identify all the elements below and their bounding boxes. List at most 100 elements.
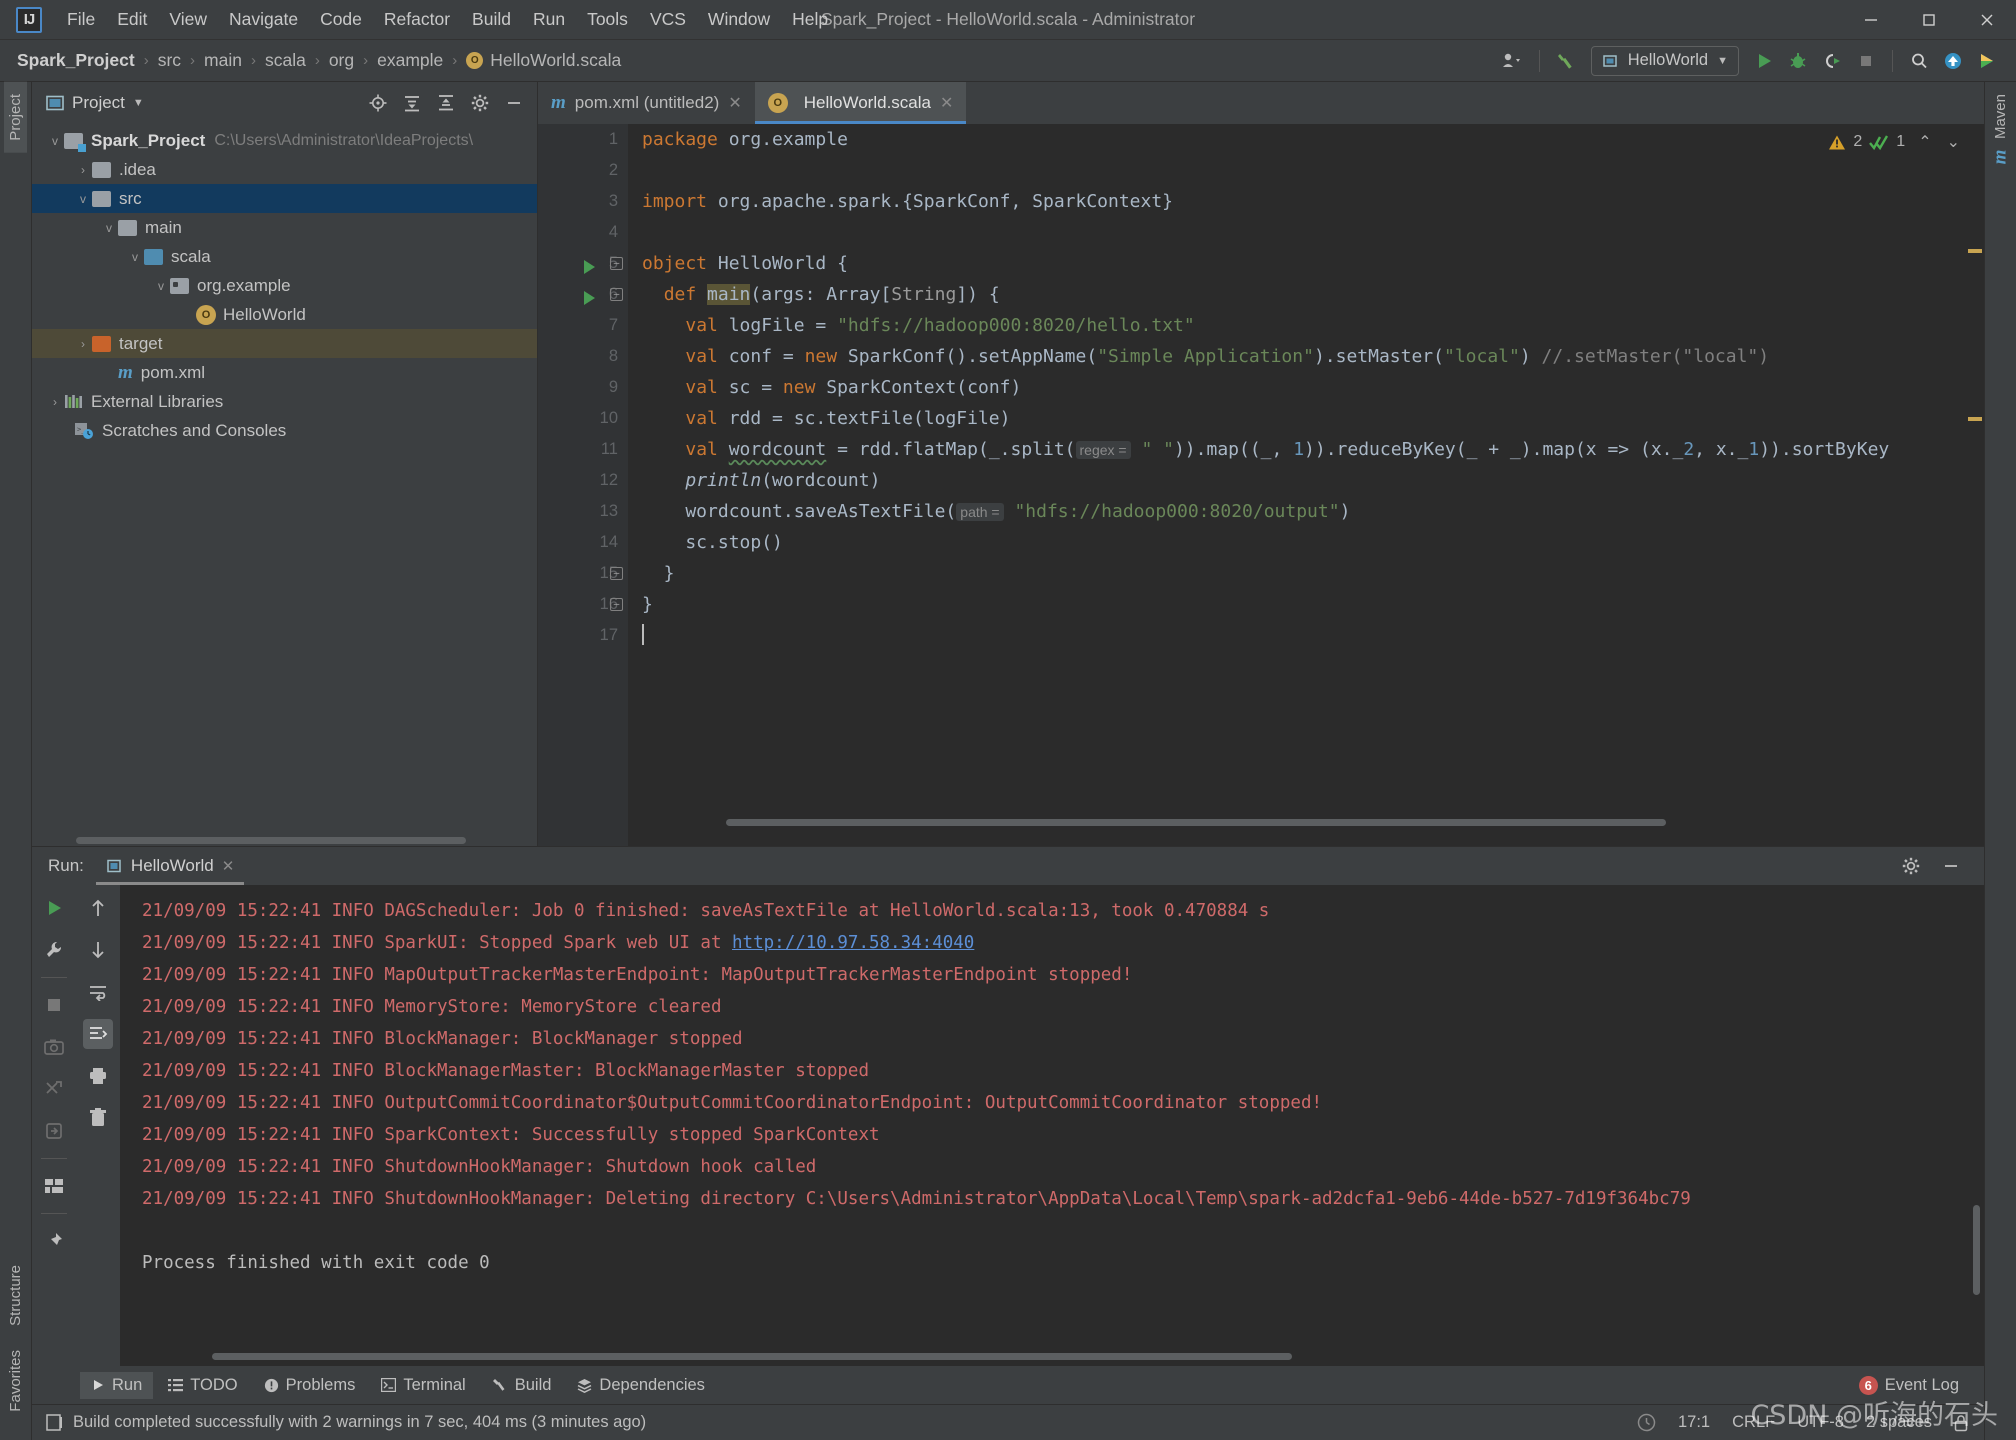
console-horizontal-scrollbar[interactable] xyxy=(120,1351,1984,1362)
settings-gear-icon[interactable] xyxy=(465,88,495,118)
menu-run[interactable]: Run xyxy=(522,4,576,35)
run-console[interactable]: 21/09/09 15:22:41 INFO DAGScheduler: Job… xyxy=(120,885,1984,1366)
fold-marker-icon[interactable]: – xyxy=(610,257,623,270)
chevron-right-icon[interactable]: › xyxy=(74,163,92,177)
run-coverage-icon[interactable] xyxy=(1817,46,1847,76)
pin-icon[interactable] xyxy=(39,1226,69,1256)
close-icon[interactable]: ✕ xyxy=(728,93,741,113)
hide-panel-icon[interactable] xyxy=(499,88,529,118)
chevron-down-icon[interactable]: v xyxy=(100,221,118,235)
expand-all-icon[interactable] xyxy=(397,88,427,118)
maximize-button[interactable] xyxy=(1900,0,1958,39)
tree-node-spark-project[interactable]: v Spark_Project C:\Users\Administrator\I… xyxy=(32,126,537,155)
menu-edit[interactable]: Edit xyxy=(106,4,158,35)
project-tree[interactable]: v Spark_Project C:\Users\Administrator\I… xyxy=(32,124,537,835)
run-object-gutter-icon[interactable] xyxy=(584,260,595,274)
breadcrumb-item-org[interactable]: org xyxy=(326,48,357,73)
close-icon[interactable]: ✕ xyxy=(940,93,953,113)
run-main-gutter-icon[interactable] xyxy=(584,291,595,305)
tree-node-idea[interactable]: › .idea xyxy=(32,155,537,184)
tree-node-pom-xml[interactable]: m pom.xml xyxy=(32,358,537,387)
chevron-right-icon[interactable]: › xyxy=(46,395,64,409)
menu-tools[interactable]: Tools xyxy=(576,4,639,35)
minimize-button[interactable] xyxy=(1842,0,1900,39)
user-dropdown-icon[interactable] xyxy=(1498,46,1528,76)
close-button[interactable] xyxy=(1958,0,2016,39)
print-icon[interactable] xyxy=(83,1061,113,1091)
tree-node-org-example[interactable]: v org.example xyxy=(32,271,537,300)
locate-icon[interactable] xyxy=(363,88,393,118)
tree-node-scratches[interactable]: >_ Scratches and Consoles xyxy=(32,416,537,445)
stop-icon[interactable] xyxy=(1851,46,1881,76)
tree-node-target[interactable]: › target xyxy=(32,329,537,358)
fold-marker-icon[interactable]: – xyxy=(610,598,623,611)
build-hammer-icon[interactable] xyxy=(1551,46,1581,76)
editor-tab-pom-xml[interactable]: m pom.xml (untitled2) ✕ xyxy=(538,82,755,124)
menu-help[interactable]: Help xyxy=(781,4,839,35)
chevron-down-icon[interactable]: v xyxy=(152,279,170,293)
code-text[interactable]: package org.example import org.apache.sp… xyxy=(628,124,1960,846)
line-separator[interactable]: CRLF xyxy=(1732,1413,1775,1432)
run-icon[interactable] xyxy=(1749,46,1779,76)
breadcrumb-item-scala[interactable]: scala xyxy=(262,48,309,73)
chevron-down-icon[interactable]: ▼ xyxy=(133,97,144,109)
breadcrumb-item-main[interactable]: main xyxy=(201,48,245,73)
tool-button-problems[interactable]: Problems xyxy=(253,1372,367,1399)
file-encoding[interactable]: UTF-8 xyxy=(1797,1413,1844,1432)
code-editor[interactable]: 1 2 3 4 5 6 7 8 9 10 11 12 13 14 15 16 1… xyxy=(538,124,1984,846)
breadcrumb-item-project[interactable]: Spark_Project xyxy=(14,48,138,73)
export-icon[interactable] xyxy=(39,1116,69,1146)
breadcrumb-item-src[interactable]: src xyxy=(155,48,184,73)
rail-tab-project[interactable]: Project xyxy=(4,82,27,153)
editor-horizontal-scrollbar[interactable] xyxy=(718,817,1960,828)
menu-window[interactable]: Window xyxy=(697,4,781,35)
update-project-icon[interactable] xyxy=(1938,46,1968,76)
menu-vcs[interactable]: VCS xyxy=(639,4,697,35)
scroll-to-end-icon[interactable] xyxy=(83,1019,113,1049)
hide-panel-icon[interactable] xyxy=(1936,851,1966,881)
tool-button-terminal[interactable]: Terminal xyxy=(370,1372,476,1399)
editor-tab-helloworld-scala[interactable]: O HelloWorld.scala ✕ xyxy=(754,82,967,124)
scroll-down-icon[interactable] xyxy=(83,935,113,965)
menu-navigate[interactable]: Navigate xyxy=(218,4,309,35)
menu-view[interactable]: View xyxy=(158,4,218,35)
layout-icon[interactable] xyxy=(39,1171,69,1201)
menu-code[interactable]: Code xyxy=(309,4,373,35)
prev-problem-icon[interactable]: ⌃ xyxy=(1918,132,1931,152)
fold-marker-icon[interactable]: – xyxy=(610,288,623,301)
project-tree-horizontal-scrollbar[interactable] xyxy=(32,835,537,846)
tool-button-event-log[interactable]: 6 Event Log xyxy=(1848,1372,1970,1399)
warning-marker[interactable] xyxy=(1968,417,1982,421)
inspection-widget[interactable]: 2 1 ⌃ ⌄ xyxy=(1828,132,1960,152)
tree-node-main[interactable]: v main xyxy=(32,213,537,242)
run-tab-helloworld[interactable]: HelloWorld ✕ xyxy=(95,847,245,885)
console-vertical-scrollbar[interactable] xyxy=(1973,1205,1980,1295)
settings-gear-icon[interactable] xyxy=(1896,851,1926,881)
rerun-icon[interactable] xyxy=(39,893,69,923)
chevron-down-icon[interactable]: v xyxy=(74,192,92,206)
soft-wrap-icon[interactable] xyxy=(83,977,113,1007)
caret-position[interactable]: 17:1 xyxy=(1678,1413,1710,1432)
warning-marker[interactable] xyxy=(1968,249,1982,253)
tree-node-src[interactable]: v src xyxy=(32,184,537,213)
fold-marker-icon[interactable]: – xyxy=(610,567,623,580)
rail-tab-structure[interactable]: Structure xyxy=(4,1253,27,1338)
editor-marker-gutter[interactable] xyxy=(1960,124,1984,846)
menu-refactor[interactable]: Refactor xyxy=(373,4,461,35)
rail-tab-favorites[interactable]: Favorites xyxy=(4,1338,27,1424)
breadcrumb-item-file[interactable]: O HelloWorld.scala xyxy=(463,48,624,73)
settings-wrench-icon[interactable] xyxy=(39,935,69,965)
spark-ui-link[interactable]: http://10.97.58.34:4040 xyxy=(732,933,974,953)
tool-button-run[interactable]: Run xyxy=(80,1371,154,1399)
scroll-up-icon[interactable] xyxy=(83,893,113,923)
run-configuration-selector[interactable]: HelloWorld ▼ xyxy=(1590,45,1739,76)
indent-setting[interactable]: 2 spaces xyxy=(1866,1413,1932,1432)
debug-icon[interactable] xyxy=(1783,46,1813,76)
rail-tab-maven[interactable]: m Maven xyxy=(1989,82,2012,186)
tool-button-todo[interactable]: TODO xyxy=(157,1372,248,1399)
menu-build[interactable]: Build xyxy=(461,4,522,35)
search-everywhere-icon[interactable] xyxy=(1904,46,1934,76)
git-icon[interactable] xyxy=(1972,46,2002,76)
clear-all-icon[interactable] xyxy=(83,1103,113,1133)
chevron-down-icon[interactable]: v xyxy=(46,134,64,148)
